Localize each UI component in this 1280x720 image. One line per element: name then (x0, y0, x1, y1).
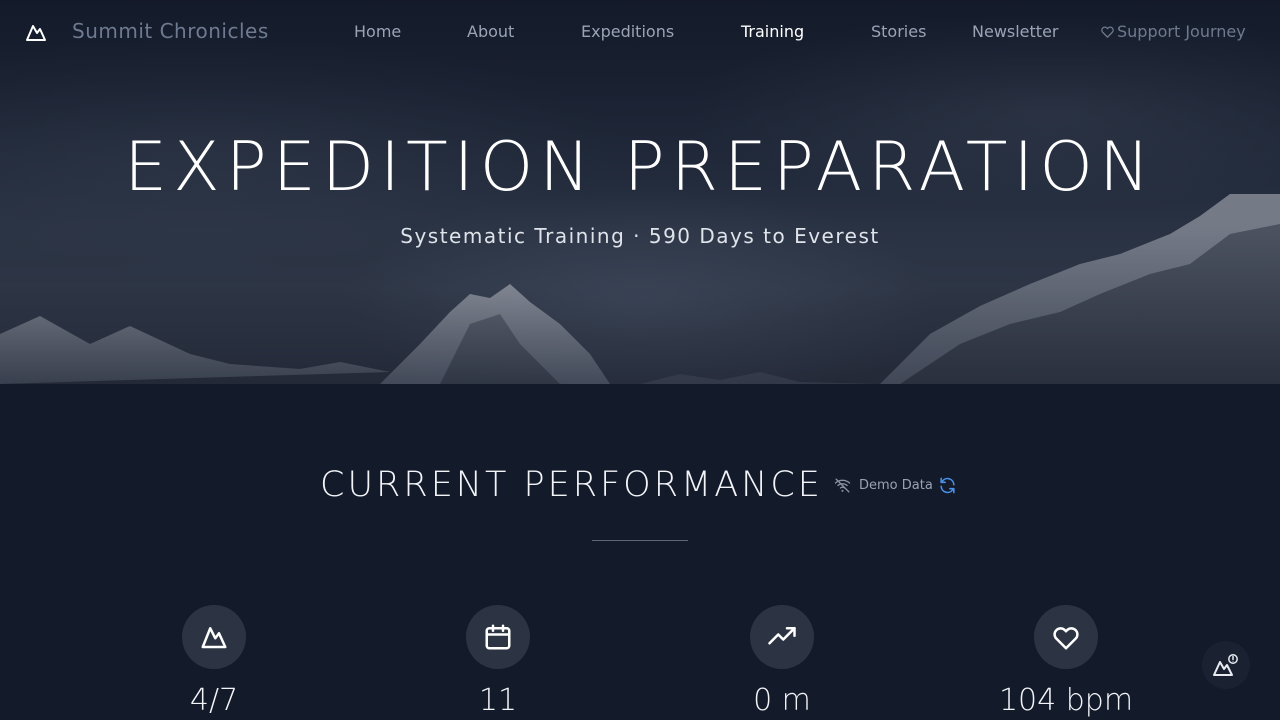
hero-subtitle: Systematic Training · 590 Days to Everes… (400, 224, 880, 248)
stat-days: 11 (398, 605, 598, 718)
nav-stories[interactable]: Stories (871, 22, 926, 41)
stat-value: 11 (478, 683, 518, 718)
stat-heart-rate: 104 bpm (966, 605, 1166, 718)
stat-peaks: 4/7 (114, 605, 314, 718)
data-status-indicator: Demo Data (834, 477, 933, 494)
main-navigation: Summit Chronicles Home About Expeditions… (0, 0, 1280, 64)
refresh-icon[interactable] (938, 476, 957, 495)
heart-icon (1053, 627, 1079, 650)
calendar-icon (485, 624, 511, 650)
trending-up-icon (768, 627, 796, 645)
hero-title: EXPEDITION PREPARATION (124, 128, 1156, 207)
wifi-off-icon (834, 478, 851, 493)
support-journey-label: Support Journey (1117, 22, 1246, 41)
support-journey-button[interactable]: Support Journey (1100, 22, 1246, 41)
nav-home[interactable]: Home (354, 22, 401, 41)
stat-elevation: 0 m (682, 605, 882, 718)
stat-icon-circle (182, 605, 246, 669)
demo-data-label: Demo Data (859, 478, 933, 493)
heart-icon (1101, 26, 1114, 38)
section-divider (592, 540, 688, 541)
floating-action-button[interactable] (1202, 641, 1250, 689)
nav-about[interactable]: About (467, 22, 514, 41)
nav-expeditions[interactable]: Expeditions (581, 22, 674, 41)
stat-value: 4/7 (189, 683, 239, 718)
hero-banner: Summit Chronicles Home About Expeditions… (0, 0, 1280, 384)
mountain-icon[interactable] (25, 22, 47, 42)
section-title: CURRENT PERFORMANCE (320, 465, 823, 505)
stat-icon-circle (1034, 605, 1098, 669)
mountain-flag-icon (1213, 654, 1238, 676)
nav-training[interactable]: Training (741, 22, 804, 41)
nav-newsletter[interactable]: Newsletter (972, 22, 1059, 41)
stat-icon-circle (466, 605, 530, 669)
mountain-icon (201, 627, 227, 649)
stat-icon-circle (750, 605, 814, 669)
brand-name[interactable]: Summit Chronicles (72, 19, 269, 43)
stat-value: 0 m (753, 683, 811, 718)
stat-value: 104 bpm (998, 683, 1134, 718)
